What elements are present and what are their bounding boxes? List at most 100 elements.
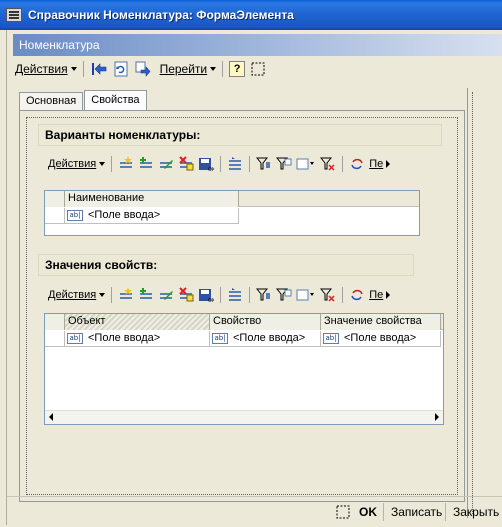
cell-text: <Поле ввода> [233,332,306,344]
goto-menu-button[interactable]: Перейти [158,59,219,79]
tab-properties[interactable]: Свойства [84,90,147,110]
actions-menu-label: Действия [15,62,68,76]
save-ok-icon[interactable]: OK [198,287,216,304]
add-group-icon[interactable] [138,287,154,303]
filter-value-icon[interactable] [276,156,292,172]
goto-menu-label: Перейти [159,62,208,76]
cell-text: <Поле ввода> [88,209,161,221]
chevron-right-icon [386,291,391,299]
column-property-label: Свойство [213,315,262,327]
filter-clear-icon[interactable] [320,287,336,303]
column-header-name[interactable]: Наименование [65,191,239,207]
properties-more-button[interactable]: Пе [367,285,392,305]
filter-clear-icon[interactable] [320,156,336,172]
scroll-left-icon[interactable] [49,413,53,421]
help-label: ? [233,63,241,75]
footer-divider [445,503,446,521]
chevron-down-icon [210,67,217,71]
add-row-icon[interactable] [118,156,134,172]
variants-more-button[interactable]: Пе [367,154,392,174]
refresh-icon[interactable] [349,156,365,172]
forward-icon[interactable] [134,60,152,78]
svg-text:OK: OK [208,167,214,172]
column-header-value[interactable]: Значение свойства [321,314,441,330]
form-header-title: Номенклатура [19,38,100,52]
variants-actions-button[interactable]: Действия [46,154,107,174]
variants-actions-label: Действия [48,158,97,170]
save-button[interactable]: Записать [391,501,442,523]
help-icon[interactable]: ? [229,61,246,77]
chevron-down-icon [99,293,106,297]
form-header: Номенклатура [13,34,502,56]
toolbar-divider [222,61,224,77]
refresh-icon[interactable] [112,60,130,78]
delete-row-icon[interactable] [178,287,194,303]
chevron-down-icon [70,67,77,71]
add-group-icon[interactable] [138,156,154,172]
toolbar-divider [111,156,113,172]
side-panel [467,88,483,518]
delete-row-icon[interactable] [178,156,194,172]
properties-table: Объект Свойство Значение свойства ab| <По… [44,313,444,425]
filter-icon[interactable] [256,287,272,303]
properties-actions-button[interactable]: Действия [46,285,107,305]
edit-row-icon[interactable] [158,287,174,303]
toolbar-divider [220,156,222,172]
table-cell[interactable]: ab| <Поле ввода> [210,331,321,347]
properties-group-title: Значения свойств: [38,254,414,276]
refresh-icon[interactable] [349,287,365,303]
tab-main-label: Основная [26,95,77,107]
scroll-right-icon[interactable] [435,413,439,421]
filter-list-icon[interactable] [296,156,316,172]
back-icon[interactable] [90,60,108,78]
toolbar-divider [249,156,251,172]
ok-button-label: OK [359,505,377,519]
side-panel-border [472,92,481,514]
table-cell[interactable]: ab| <Поле ввода> [65,331,210,347]
app-icon [6,8,22,22]
table-cell[interactable]: ab| <Поле ввода> [65,208,239,224]
tab-main[interactable]: Основная [19,92,84,110]
main-toolbar: Действия Перейти ? [13,58,502,80]
tab-strip: Основная Свойства [19,90,148,110]
variants-group-title: Варианты номенклатуры: [38,124,442,146]
svg-text:OK: OK [208,298,214,303]
table-row[interactable]: ab| <Поле ввода> ab| <Поле ввода> ab| <Поле… [45,331,441,347]
filter-value-icon[interactable] [276,287,292,303]
edit-row-icon[interactable] [158,156,174,172]
close-button-label: Закрыть [453,505,500,519]
add-row-icon[interactable] [118,287,134,303]
table-row[interactable]: ab| <Поле ввода> [45,208,239,224]
column-object-label: Объект [68,315,106,327]
select-icon[interactable] [249,60,267,78]
ok-button[interactable]: OK [359,501,377,523]
tab-properties-label: Свойства [91,94,140,106]
close-button[interactable]: Закрыть [453,501,499,523]
properties-actions-label: Действия [48,289,97,301]
filter-icon[interactable] [256,156,272,172]
variants-table-header: Наименование [45,191,419,207]
column-value-label: Значение свойства [324,315,422,327]
filter-list-icon[interactable] [296,287,316,303]
window-titlebar: Справочник Номенклатура: ФормаЭлемента [0,0,502,30]
cell-text: <Поле ввода> [88,332,161,344]
table-cell[interactable]: ab| <Поле ввода> [321,331,441,347]
column-header-property[interactable]: Свойство [210,314,321,330]
actions-menu-button[interactable]: Действия [13,59,79,79]
row-marker [45,208,65,224]
form-footer: OK Записать Закрыть [7,496,502,525]
row-marker-header [45,314,65,330]
chevron-down-icon [99,162,106,166]
save-ok-icon[interactable]: OK [198,156,216,173]
move-icon[interactable] [227,287,243,303]
column-header-object[interactable]: Объект [65,314,210,330]
select-icon[interactable] [335,501,353,523]
row-marker-header [45,191,65,207]
horizontal-scrollbar[interactable] [45,410,443,424]
properties-toolbar: Действия OK Пе [38,284,420,306]
input-field-icon: ab| [323,333,339,344]
move-icon[interactable] [227,156,243,172]
variants-toolbar: Действия OK Пе [38,153,420,175]
cell-text: <Поле ввода> [344,332,417,344]
toolbar-divider [220,287,222,303]
